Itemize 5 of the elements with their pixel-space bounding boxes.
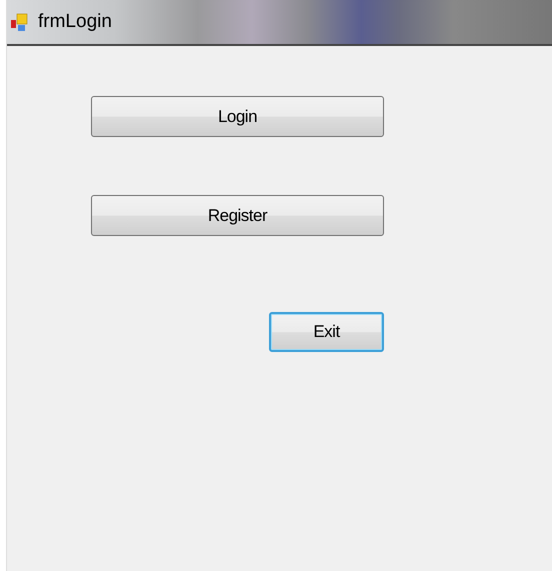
- exit-button[interactable]: Exit: [269, 312, 384, 352]
- login-button[interactable]: Login: [91, 96, 384, 137]
- app-icon: [10, 12, 30, 32]
- register-button[interactable]: Register: [91, 195, 384, 236]
- window-title: frmLogin: [38, 11, 112, 33]
